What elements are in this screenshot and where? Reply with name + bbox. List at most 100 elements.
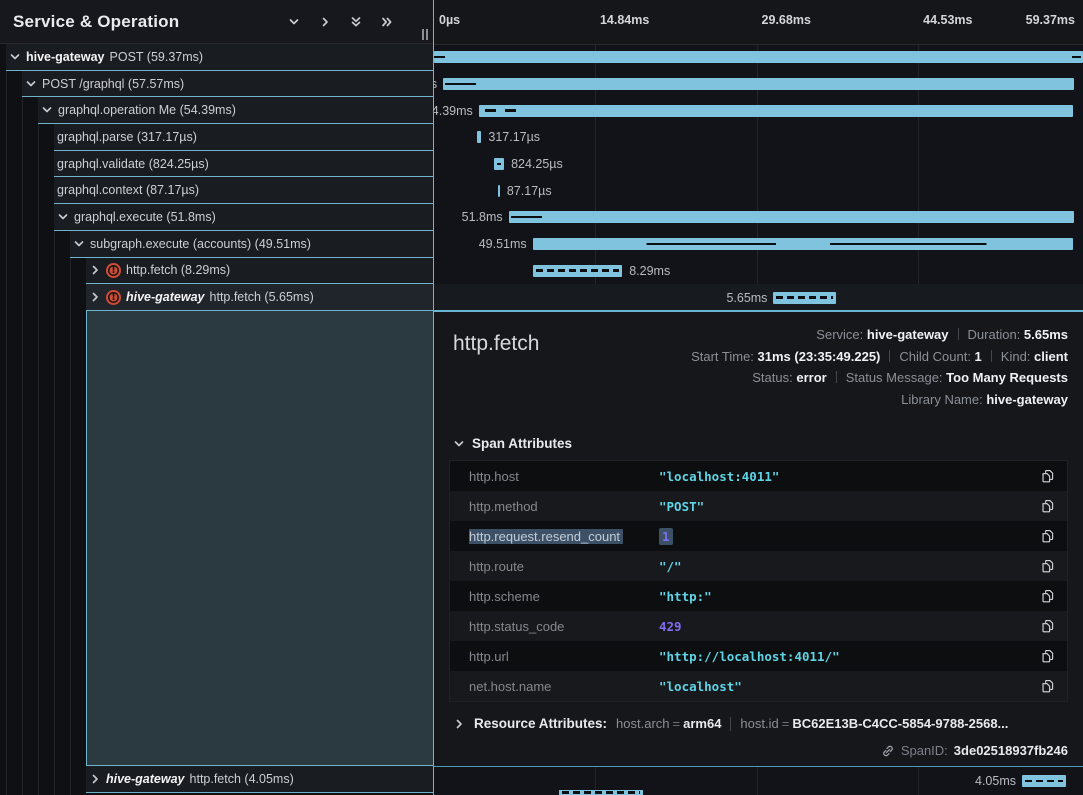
copy-icon[interactable]: [1041, 619, 1054, 633]
timeline-row: 5.65ms: [434, 284, 1083, 311]
span-bar[interactable]: [498, 185, 500, 197]
span-tree-pane: Service & Operation hive-gatewayPOST (59…: [0, 0, 434, 795]
timeline-row: 8.29ms: [434, 258, 1083, 285]
chevron-right-icon[interactable]: [319, 16, 331, 28]
span-title: http.fetch: [453, 332, 539, 410]
span-id-row: SpanID: 3de02518937fb246: [449, 743, 1068, 758]
attribute-value: "http:": [659, 589, 712, 604]
span-row[interactable]: graphql.context (87.17µs): [0, 177, 433, 204]
copy-icon[interactable]: [1041, 499, 1054, 513]
span-row[interactable]: subgraph.execute (accounts) (49.51ms): [0, 231, 433, 258]
copy-icon[interactable]: [1041, 559, 1054, 573]
tree-header: Service & Operation: [0, 0, 433, 44]
attribute-key: http.request.resend_count: [469, 529, 659, 544]
span-bar[interactable]: [533, 238, 1073, 250]
attribute-key: http.method: [469, 499, 659, 514]
span-row[interactable]: POST /graphql (57.57ms): [0, 71, 433, 98]
span-id-label: SpanID:: [901, 743, 948, 758]
span-row[interactable]: hive-gatewayPOST (59.37ms): [0, 44, 433, 71]
operation-name: http.fetch (4.05ms): [190, 772, 294, 786]
span-row[interactable]: !http.fetch (8.29ms): [0, 258, 433, 285]
chevron-down-icon[interactable]: [288, 16, 300, 28]
span-bar[interactable]: [494, 158, 504, 170]
timeline-pane: 0µs14.84ms29.68ms44.53ms59.37ms 57.57ms 5…: [434, 0, 1083, 795]
operation-name: graphql.parse (317.17µs): [57, 130, 197, 144]
meta-line: Library Name: hive-gateway: [691, 389, 1068, 411]
operation-name: http.fetch (8.29ms): [126, 263, 230, 277]
span-bar[interactable]: [434, 51, 1083, 63]
span-bar[interactable]: [559, 790, 643, 795]
double-chevron-down-icon[interactable]: [350, 16, 362, 28]
copy-icon[interactable]: [1041, 469, 1054, 483]
copy-icon[interactable]: [1041, 679, 1054, 693]
copy-icon[interactable]: [1041, 649, 1054, 663]
chevron-down-icon[interactable]: [41, 104, 53, 116]
span-bar[interactable]: [509, 211, 1074, 223]
operation-name: subgraph.execute (accounts) (49.51ms): [90, 237, 311, 251]
span-row[interactable]: graphql.execute (51.8ms): [0, 204, 433, 231]
service-name: hive-gateway: [26, 50, 105, 64]
resource-attributes-title: Resource Attributes:: [474, 716, 607, 731]
span-row[interactable]: hive-gateway http.fetch (4.05ms): [0, 766, 433, 793]
span-duration-label: 57.57ms: [434, 77, 437, 91]
chevron-down-icon[interactable]: [57, 211, 69, 223]
span-duration-label: 51.8ms: [462, 210, 503, 224]
chevron-right-icon[interactable]: [89, 291, 101, 303]
attribute-row: http.route"/": [450, 551, 1067, 581]
span-attributes-toggle[interactable]: Span Attributes: [453, 436, 1068, 451]
resource-attribute-pair: host.id=BC62E13B-C4CC-5854-9788-2568...: [740, 716, 1008, 731]
meta-line: Start Time: 31ms (23:35:49.225)Child Cou…: [691, 346, 1068, 368]
chevron-down-icon[interactable]: [9, 51, 21, 63]
span-row[interactable]: !hive-gatewayhttp.fetch (5.65ms): [0, 284, 433, 311]
resource-attributes-toggle[interactable]: Resource Attributes: host.arch=arm64host…: [453, 716, 1068, 731]
operation-name: graphql.context (87.17µs): [57, 183, 199, 197]
attribute-value: "POST": [659, 499, 704, 514]
timeline-row: 824.25µs: [434, 151, 1083, 178]
timeline-tick: 0µs: [439, 13, 460, 27]
operation-name: http.fetch (5.65ms): [210, 290, 314, 304]
timeline-row: 4.05ms: [434, 768, 1083, 795]
timeline-tick: 29.68ms: [762, 13, 811, 27]
span-detail-panel: http.fetch Service: hive-gatewayDuration…: [434, 310, 1083, 767]
copy-icon[interactable]: [1041, 529, 1054, 543]
double-chevron-right-icon[interactable]: [381, 16, 393, 28]
operation-name: POST /graphql (57.57ms): [42, 77, 184, 91]
span-row[interactable]: graphql.operation Me (54.39ms): [0, 97, 433, 124]
attribute-row: net.host.name"localhost": [450, 671, 1067, 701]
pane-title: Service & Operation: [13, 12, 288, 32]
attribute-key: http.scheme: [469, 589, 659, 604]
span-bar[interactable]: [533, 265, 623, 277]
timeline-row: 51.8ms: [434, 204, 1083, 231]
attribute-value: "localhost": [659, 679, 742, 694]
span-bar[interactable]: [479, 105, 1073, 117]
attribute-value: 429: [659, 619, 682, 634]
attribute-key: net.host.name: [469, 679, 659, 694]
attribute-value: "http://localhost:4011/": [659, 649, 840, 664]
timeline-ruler: 0µs14.84ms29.68ms44.53ms59.37ms: [434, 0, 1083, 45]
operation-name: graphql.execute (51.8ms): [74, 210, 216, 224]
span-bar[interactable]: [477, 131, 481, 143]
link-icon[interactable]: [881, 744, 895, 758]
attribute-key: http.url: [469, 649, 659, 664]
span-row[interactable]: graphql.parse (317.17µs): [0, 124, 433, 151]
span-duration-label: 4.05ms: [975, 774, 1016, 788]
attribute-row: http.host"localhost:4011": [450, 461, 1067, 491]
service-name: hive-gateway: [106, 772, 185, 786]
span-duration-label: 8.29ms: [629, 264, 670, 278]
attribute-row: http.url"http://localhost:4011/": [450, 641, 1067, 671]
span-duration-label: 49.51ms: [479, 237, 527, 251]
attribute-value: "/": [659, 559, 682, 574]
timeline-row: [434, 44, 1083, 71]
span-bar[interactable]: [443, 78, 1074, 90]
chevron-right-icon[interactable]: [89, 264, 101, 276]
attribute-row: http.request.resend_count1: [450, 521, 1067, 551]
column-resize-handle[interactable]: [422, 29, 429, 40]
chevron-down-icon[interactable]: [73, 238, 85, 250]
copy-icon[interactable]: [1041, 589, 1054, 603]
span-bar[interactable]: [773, 292, 835, 304]
span-row[interactable]: graphql.validate (824.25µs): [0, 151, 433, 178]
chevron-right-icon[interactable]: [89, 773, 101, 785]
chevron-down-icon[interactable]: [25, 78, 37, 90]
span-bar[interactable]: [1022, 775, 1066, 787]
attribute-row: http.method"POST": [450, 491, 1067, 521]
